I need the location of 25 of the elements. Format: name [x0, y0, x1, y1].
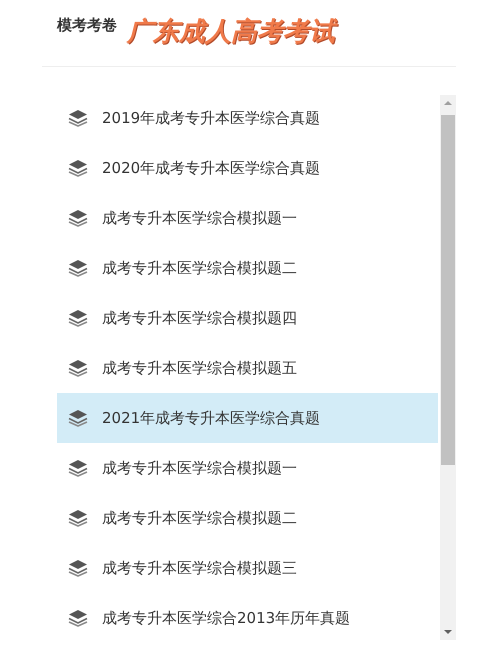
exam-list-item[interactable]: 2020年成考专升本医学综合真题 — [57, 143, 438, 193]
layers-icon — [68, 309, 88, 327]
scrollbar[interactable] — [440, 95, 456, 640]
exam-list-item[interactable]: 成考专升本医学综合模拟题四 — [57, 293, 438, 343]
exam-list-item[interactable]: 成考专升本医学综合模拟题一 — [57, 443, 438, 493]
section-label: 模考考卷 — [57, 16, 117, 35]
exam-list-item[interactable]: 成考专升本医学综合模拟题五 — [57, 343, 438, 393]
layers-icon — [68, 109, 88, 127]
layers-icon — [68, 609, 88, 627]
layers-icon — [68, 409, 88, 427]
exam-list-item[interactable]: 成考专升本医学综合模拟题二 — [57, 243, 438, 293]
exam-list-item[interactable]: 成考专升本医学综合2013年历年真题 — [57, 593, 438, 643]
exam-list-item[interactable]: 2019年成考专升本医学综合真题 — [57, 93, 438, 143]
exam-list-item[interactable]: 成考专升本医学综合模拟题一 — [57, 193, 438, 243]
layers-icon — [68, 509, 88, 527]
exam-list-item[interactable]: 成考专升本医学综合模拟题三 — [57, 543, 438, 593]
layers-icon — [68, 259, 88, 277]
layers-icon — [68, 359, 88, 377]
scrollbar-thumb[interactable] — [441, 115, 455, 465]
layers-icon — [68, 159, 88, 177]
layers-icon — [68, 459, 88, 477]
exam-list-item[interactable]: 成考专升本医学综合模拟题二 — [57, 493, 438, 543]
layers-icon — [68, 559, 88, 577]
layers-icon — [68, 209, 88, 227]
exam-list-item[interactable]: 2021年成考专升本医学综合真题 — [57, 393, 438, 443]
